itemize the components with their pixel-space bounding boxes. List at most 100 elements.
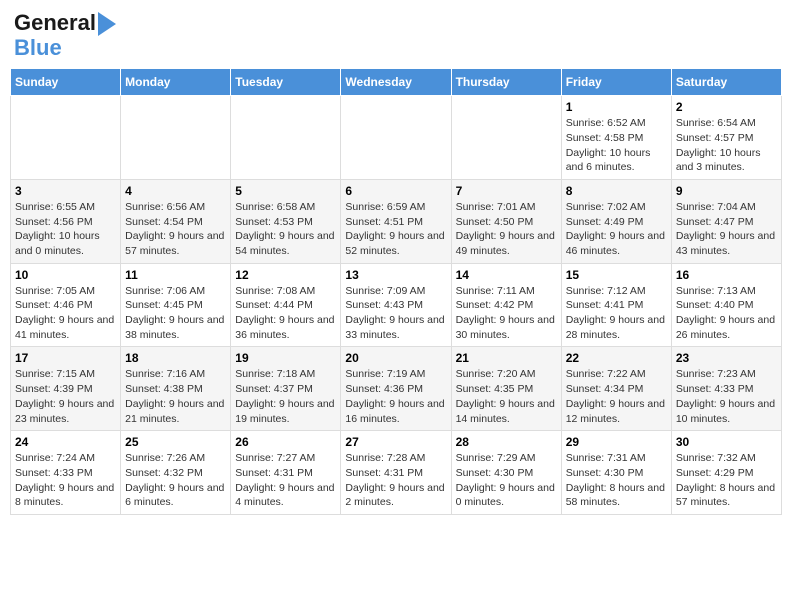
- day-number: 30: [676, 435, 777, 449]
- page-header: General Blue: [10, 10, 782, 60]
- weekday-header-thursday: Thursday: [451, 69, 561, 96]
- logo-text-line1: General: [14, 11, 96, 35]
- day-cell: 27 Sunrise: 7:28 AM Sunset: 4:31 PM Dayli…: [341, 431, 451, 515]
- day-cell: 22 Sunrise: 7:22 AM Sunset: 4:34 PM Dayli…: [561, 347, 671, 431]
- day-cell: 17 Sunrise: 7:15 AM Sunset: 4:39 PM Dayli…: [11, 347, 121, 431]
- day-cell: [451, 96, 561, 180]
- day-number: 9: [676, 184, 777, 198]
- day-cell: 9 Sunrise: 7:04 AM Sunset: 4:47 PM Daylig…: [671, 179, 781, 263]
- day-info: Sunrise: 7:05 AM Sunset: 4:46 PM Dayligh…: [15, 284, 116, 343]
- day-number: 10: [15, 268, 116, 282]
- logo-text-line2: Blue: [14, 36, 116, 60]
- day-number: 14: [456, 268, 557, 282]
- day-info: Sunrise: 7:27 AM Sunset: 4:31 PM Dayligh…: [235, 451, 336, 510]
- day-info: Sunrise: 7:15 AM Sunset: 4:39 PM Dayligh…: [15, 367, 116, 426]
- day-cell: [121, 96, 231, 180]
- day-cell: 24 Sunrise: 7:24 AM Sunset: 4:33 PM Dayli…: [11, 431, 121, 515]
- day-number: 21: [456, 351, 557, 365]
- day-info: Sunrise: 7:19 AM Sunset: 4:36 PM Dayligh…: [345, 367, 446, 426]
- day-number: 2: [676, 100, 777, 114]
- day-cell: 18 Sunrise: 7:16 AM Sunset: 4:38 PM Dayli…: [121, 347, 231, 431]
- day-number: 26: [235, 435, 336, 449]
- weekday-header-monday: Monday: [121, 69, 231, 96]
- weekday-header-wednesday: Wednesday: [341, 69, 451, 96]
- logo-arrow-icon: [98, 12, 116, 36]
- week-row-1: 1 Sunrise: 6:52 AM Sunset: 4:58 PM Daylig…: [11, 96, 782, 180]
- day-cell: 23Sunrise: 7:23 AM Sunset: 4:33 PM Dayli…: [671, 347, 781, 431]
- day-number: 18: [125, 351, 226, 365]
- day-number: 29: [566, 435, 667, 449]
- day-cell: 30 Sunrise: 7:32 AM Sunset: 4:29 PM Dayli…: [671, 431, 781, 515]
- day-info: Sunrise: 7:01 AM Sunset: 4:50 PM Dayligh…: [456, 200, 557, 259]
- day-info: Sunrise: 7:12 AM Sunset: 4:41 PM Dayligh…: [566, 284, 667, 343]
- day-info: Sunrise: 7:16 AM Sunset: 4:38 PM Dayligh…: [125, 367, 226, 426]
- day-cell: 15 Sunrise: 7:12 AM Sunset: 4:41 PM Dayli…: [561, 263, 671, 347]
- day-info: Sunrise: 7:09 AM Sunset: 4:43 PM Dayligh…: [345, 284, 446, 343]
- day-number: 13: [345, 268, 446, 282]
- day-number: 12: [235, 268, 336, 282]
- day-number: 19: [235, 351, 336, 365]
- day-cell: 16Sunrise: 7:13 AM Sunset: 4:40 PM Dayli…: [671, 263, 781, 347]
- day-cell: [341, 96, 451, 180]
- weekday-header-sunday: Sunday: [11, 69, 121, 96]
- week-row-2: 3 Sunrise: 6:55 AM Sunset: 4:56 PM Daylig…: [11, 179, 782, 263]
- day-info: Sunrise: 7:04 AM Sunset: 4:47 PM Dayligh…: [676, 200, 777, 259]
- day-number: 11: [125, 268, 226, 282]
- day-number: 20: [345, 351, 446, 365]
- day-info: Sunrise: 6:58 AM Sunset: 4:53 PM Dayligh…: [235, 200, 336, 259]
- day-cell: 8Sunrise: 7:02 AM Sunset: 4:49 PM Daylig…: [561, 179, 671, 263]
- logo: General Blue: [14, 10, 116, 60]
- day-info: Sunrise: 7:24 AM Sunset: 4:33 PM Dayligh…: [15, 451, 116, 510]
- day-number: 22: [566, 351, 667, 365]
- day-cell: 4Sunrise: 6:56 AM Sunset: 4:54 PM Daylig…: [121, 179, 231, 263]
- day-number: 24: [15, 435, 116, 449]
- day-number: 27: [345, 435, 446, 449]
- day-cell: 1 Sunrise: 6:52 AM Sunset: 4:58 PM Daylig…: [561, 96, 671, 180]
- day-cell: 28 Sunrise: 7:29 AM Sunset: 4:30 PM Dayli…: [451, 431, 561, 515]
- day-info: Sunrise: 7:28 AM Sunset: 4:31 PM Dayligh…: [345, 451, 446, 510]
- day-number: 3: [15, 184, 116, 198]
- day-info: Sunrise: 7:31 AM Sunset: 4:30 PM Dayligh…: [566, 451, 667, 510]
- day-cell: 6Sunrise: 6:59 AM Sunset: 4:51 PM Daylig…: [341, 179, 451, 263]
- week-row-5: 24 Sunrise: 7:24 AM Sunset: 4:33 PM Dayli…: [11, 431, 782, 515]
- weekday-header-saturday: Saturday: [671, 69, 781, 96]
- day-number: 25: [125, 435, 226, 449]
- day-info: Sunrise: 7:08 AM Sunset: 4:44 PM Dayligh…: [235, 284, 336, 343]
- day-info: Sunrise: 6:55 AM Sunset: 4:56 PM Dayligh…: [15, 200, 116, 259]
- day-number: 23: [676, 351, 777, 365]
- day-info: Sunrise: 6:52 AM Sunset: 4:58 PM Dayligh…: [566, 116, 667, 175]
- weekday-header-tuesday: Tuesday: [231, 69, 341, 96]
- day-number: 28: [456, 435, 557, 449]
- day-info: Sunrise: 7:20 AM Sunset: 4:35 PM Dayligh…: [456, 367, 557, 426]
- day-info: Sunrise: 7:11 AM Sunset: 4:42 PM Dayligh…: [456, 284, 557, 343]
- day-number: 8: [566, 184, 667, 198]
- weekday-header-row: SundayMondayTuesdayWednesdayThursdayFrid…: [11, 69, 782, 96]
- day-info: Sunrise: 6:59 AM Sunset: 4:51 PM Dayligh…: [345, 200, 446, 259]
- day-info: Sunrise: 6:54 AM Sunset: 4:57 PM Dayligh…: [676, 116, 777, 175]
- day-cell: 12 Sunrise: 7:08 AM Sunset: 4:44 PM Dayli…: [231, 263, 341, 347]
- day-cell: 5Sunrise: 6:58 AM Sunset: 4:53 PM Daylig…: [231, 179, 341, 263]
- day-cell: 13 Sunrise: 7:09 AM Sunset: 4:43 PM Dayli…: [341, 263, 451, 347]
- day-cell: 21 Sunrise: 7:20 AM Sunset: 4:35 PM Dayli…: [451, 347, 561, 431]
- day-info: Sunrise: 7:29 AM Sunset: 4:30 PM Dayligh…: [456, 451, 557, 510]
- day-cell: [231, 96, 341, 180]
- day-cell: 11 Sunrise: 7:06 AM Sunset: 4:45 PM Dayli…: [121, 263, 231, 347]
- calendar-table: SundayMondayTuesdayWednesdayThursdayFrid…: [10, 68, 782, 515]
- day-info: Sunrise: 7:22 AM Sunset: 4:34 PM Dayligh…: [566, 367, 667, 426]
- day-info: Sunrise: 7:06 AM Sunset: 4:45 PM Dayligh…: [125, 284, 226, 343]
- weekday-header-friday: Friday: [561, 69, 671, 96]
- day-cell: 25 Sunrise: 7:26 AM Sunset: 4:32 PM Dayli…: [121, 431, 231, 515]
- day-cell: 3 Sunrise: 6:55 AM Sunset: 4:56 PM Daylig…: [11, 179, 121, 263]
- day-number: 7: [456, 184, 557, 198]
- day-cell: 2 Sunrise: 6:54 AM Sunset: 4:57 PM Daylig…: [671, 96, 781, 180]
- day-cell: 14 Sunrise: 7:11 AM Sunset: 4:42 PM Dayli…: [451, 263, 561, 347]
- day-number: 17: [15, 351, 116, 365]
- day-info: Sunrise: 7:26 AM Sunset: 4:32 PM Dayligh…: [125, 451, 226, 510]
- week-row-4: 17 Sunrise: 7:15 AM Sunset: 4:39 PM Dayli…: [11, 347, 782, 431]
- day-info: Sunrise: 7:32 AM Sunset: 4:29 PM Dayligh…: [676, 451, 777, 510]
- day-info: Sunrise: 7:18 AM Sunset: 4:37 PM Dayligh…: [235, 367, 336, 426]
- week-row-3: 10 Sunrise: 7:05 AM Sunset: 4:46 PM Dayli…: [11, 263, 782, 347]
- day-number: 15: [566, 268, 667, 282]
- day-number: 4: [125, 184, 226, 198]
- day-number: 1: [566, 100, 667, 114]
